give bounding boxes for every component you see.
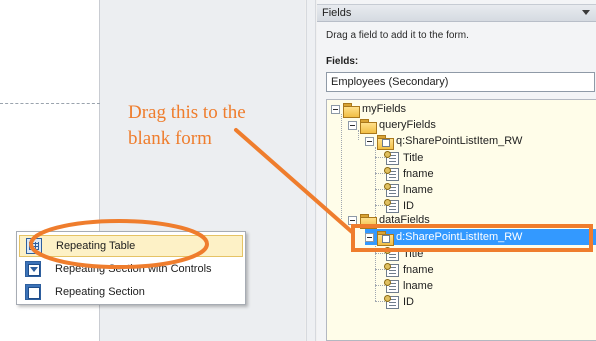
menu-item-repeating-section-with-controls[interactable]: Repeating Section with Controls (19, 258, 243, 280)
annotation-line: Drag this to the (128, 102, 246, 123)
tree-connector (341, 114, 342, 219)
tree-field-data-lname[interactable]: lname (384, 278, 433, 294)
field-tree[interactable]: myFields queryFields q:SharePointListIte… (326, 99, 596, 341)
fields-task-pane: Fields Drag a field to add it to the for… (317, 0, 596, 341)
tree-node-query-group[interactable]: q:SharePointListItem_RW (365, 133, 523, 150)
menu-item-label: Repeating Section (55, 286, 145, 298)
folder-icon (343, 102, 360, 118)
tree-node-label: queryFields (379, 119, 436, 131)
menu-item-label: Repeating Section with Controls (55, 263, 212, 275)
repeating-table-icon (26, 238, 42, 254)
tree-field-query-lname[interactable]: lname (384, 182, 433, 198)
field-icon (384, 198, 399, 213)
field-icon (384, 294, 399, 309)
field-icon (384, 262, 399, 277)
tree-node-myfields[interactable]: myFields (331, 101, 407, 118)
insert-repeating-context-menu: Repeating Table Repeating Section with C… (16, 231, 246, 305)
field-icon (384, 166, 399, 181)
fields-pane-title: Fields (322, 7, 352, 19)
tree-node-label: lname (403, 280, 433, 292)
field-icon (384, 182, 399, 197)
collapse-icon[interactable] (331, 104, 340, 114)
collapse-icon[interactable] (348, 120, 357, 130)
menu-item-repeating-table[interactable]: Repeating Table (19, 235, 243, 257)
pane-menu-dropdown-icon[interactable] (582, 10, 590, 15)
tree-field-query-title[interactable]: Title (384, 150, 424, 166)
tree-node-label: ID (403, 200, 414, 212)
tree-field-data-fname[interactable]: fname (384, 262, 434, 278)
field-icon (384, 278, 399, 293)
repeating-section-controls-icon (25, 261, 41, 277)
datasource-select[interactable]: Employees (Secondary) (326, 72, 595, 92)
annotation-line: blank form (128, 128, 212, 149)
collapse-icon[interactable] (365, 136, 374, 146)
form-section-divider (0, 103, 100, 104)
fields-label: Fields: (326, 56, 359, 67)
tree-node-label: fname (403, 264, 434, 276)
repeating-group-icon (377, 134, 394, 150)
repeating-section-icon (25, 284, 41, 300)
tree-field-query-fname[interactable]: fname (384, 166, 434, 182)
pane-splitter[interactable] (306, 0, 316, 341)
folder-icon (360, 118, 377, 134)
tree-node-queryfields[interactable]: queryFields (348, 117, 436, 134)
fields-instructions: Drag a field to add it to the form. (326, 30, 469, 41)
tree-node-label: Title (403, 152, 424, 164)
tree-node-label: ID (403, 296, 414, 308)
tree-node-label: lname (403, 184, 433, 196)
tree-field-data-id[interactable]: ID (384, 294, 414, 310)
annotation-callout: Drag this to the blank form (128, 100, 298, 152)
tree-node-label: myFields (362, 103, 407, 115)
menu-item-label: Repeating Table (56, 240, 136, 252)
tree-node-label: q:SharePointListItem_RW (396, 135, 523, 147)
tree-node-label: fname (403, 168, 434, 180)
fields-pane-header: Fields (317, 4, 596, 22)
datasource-selected-value: Employees (Secondary) (331, 76, 449, 88)
field-icon (384, 150, 399, 165)
menu-item-repeating-section[interactable]: Repeating Section (19, 281, 243, 303)
